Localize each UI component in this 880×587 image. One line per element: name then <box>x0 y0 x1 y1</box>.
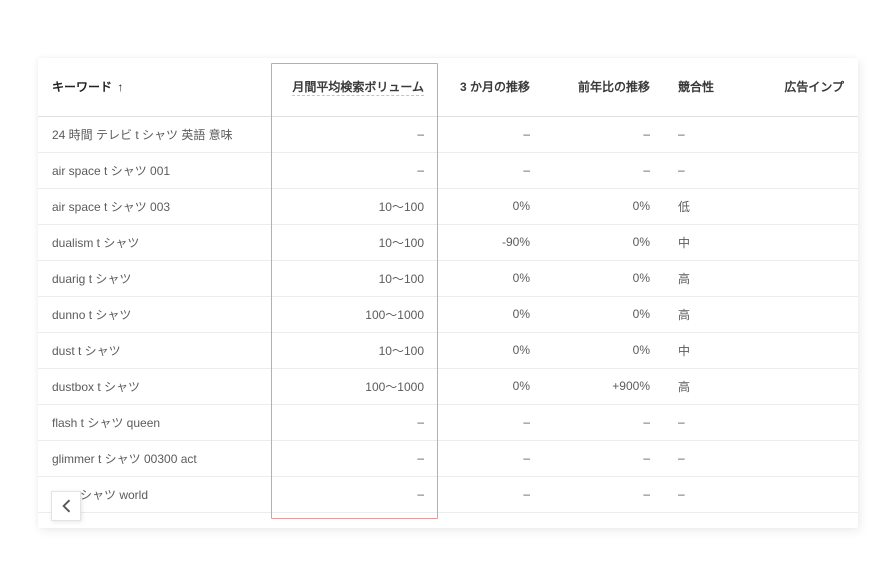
cell-three-month: 0% <box>438 307 544 321</box>
cell-yoy: 0% <box>544 199 664 213</box>
cell-three-month: 0% <box>438 343 544 357</box>
header-yoy-label: 前年比の推移 <box>578 80 650 94</box>
cell-keyword: flash t シャツ queen <box>38 414 278 431</box>
header-three-month-label: 3 か月の推移 <box>460 80 530 94</box>
scroll-left-button[interactable] <box>51 491 81 521</box>
header-competition[interactable]: 競合性 <box>664 58 758 116</box>
cell-volume: 10～100 <box>278 198 438 215</box>
cell-yoy: – <box>544 127 664 141</box>
header-row: キーワード ↑ 月間平均検索ボリューム 3 か月の推移 前年比の推移 競合性 <box>38 58 858 116</box>
cell-yoy: 0% <box>544 235 664 249</box>
cell-volume: 10～100 <box>278 342 438 359</box>
cell-volume: – <box>278 487 438 501</box>
chevron-left-icon <box>61 499 71 513</box>
header-ad-impression[interactable]: 広告インプ <box>758 58 858 116</box>
cell-competition: 高 <box>664 378 758 395</box>
table-row[interactable]: air space t シャツ 00310～1000%0%低 <box>38 188 858 224</box>
table-row[interactable]: ssy t シャツ world–––– <box>38 476 858 512</box>
cell-volume: 100～1000 <box>278 306 438 323</box>
cell-yoy: – <box>544 451 664 465</box>
cell-three-month: – <box>438 163 544 177</box>
cell-competition: – <box>664 127 758 141</box>
cell-volume: – <box>278 127 438 141</box>
cell-keyword: air space t シャツ 001 <box>38 162 278 179</box>
cell-competition: – <box>664 451 758 465</box>
keyword-table-card: キーワード ↑ 月間平均検索ボリューム 3 か月の推移 前年比の推移 競合性 <box>38 58 858 528</box>
table-row[interactable]: flash t シャツ queen–––– <box>38 404 858 440</box>
header-keyword[interactable]: キーワード ↑ <box>38 58 278 116</box>
table-row[interactable]: dualism t シャツ10～100-90%0%中 <box>38 224 858 260</box>
cell-competition: 低 <box>664 198 758 215</box>
cell-keyword: dunno t シャツ <box>38 306 278 323</box>
table-row[interactable]: air space t シャツ 001–––– <box>38 152 858 188</box>
cell-volume: – <box>278 163 438 177</box>
table-row[interactable]: dust t シャツ10～1000%0%中 <box>38 332 858 368</box>
cell-volume: 10～100 <box>278 270 438 287</box>
cell-volume: 100～1000 <box>278 378 438 395</box>
cell-volume: – <box>278 451 438 465</box>
header-keyword-label: キーワード <box>52 80 112 94</box>
cell-keyword: 24 時間 テレビ t シャツ 英語 意味 <box>38 126 278 143</box>
cell-competition: 高 <box>664 306 758 323</box>
cell-yoy: – <box>544 415 664 429</box>
cell-competition: – <box>664 163 758 177</box>
cell-keyword: dust t シャツ <box>38 342 278 359</box>
table-row[interactable]: dunno t シャツ100～10000%0%高 <box>38 296 858 332</box>
cell-yoy: – <box>544 487 664 501</box>
cell-volume: – <box>278 415 438 429</box>
sort-ascending-icon: ↑ <box>117 80 123 94</box>
cell-three-month: -90% <box>438 235 544 249</box>
cell-competition: – <box>664 487 758 501</box>
cell-yoy: +900% <box>544 379 664 393</box>
header-three-month[interactable]: 3 か月の推移 <box>438 58 544 116</box>
cell-three-month: 0% <box>438 271 544 285</box>
cell-volume: 10～100 <box>278 234 438 251</box>
keyword-table: キーワード ↑ 月間平均検索ボリューム 3 か月の推移 前年比の推移 競合性 <box>38 58 858 513</box>
table-row[interactable]: 24 時間 テレビ t シャツ 英語 意味–––– <box>38 116 858 152</box>
cell-yoy: 0% <box>544 307 664 321</box>
header-competition-label: 競合性 <box>678 80 714 94</box>
cell-yoy: – <box>544 163 664 177</box>
cell-competition: 高 <box>664 270 758 287</box>
header-volume-label: 月間平均検索ボリューム <box>292 80 424 96</box>
cell-yoy: 0% <box>544 343 664 357</box>
cell-competition: – <box>664 415 758 429</box>
cell-keyword: glimmer t シャツ 00300 act <box>38 450 278 467</box>
cell-keyword: dustbox t シャツ <box>38 378 278 395</box>
header-ad-impression-label: 広告インプ <box>784 80 844 94</box>
table-row[interactable]: duarig t シャツ10～1000%0%高 <box>38 260 858 296</box>
cell-three-month: – <box>438 487 544 501</box>
cell-three-month: – <box>438 127 544 141</box>
cell-three-month: – <box>438 415 544 429</box>
header-volume[interactable]: 月間平均検索ボリューム <box>278 58 438 116</box>
cell-three-month: – <box>438 451 544 465</box>
cell-three-month: 0% <box>438 199 544 213</box>
cell-yoy: 0% <box>544 271 664 285</box>
cell-competition: 中 <box>664 342 758 359</box>
cell-keyword: duarig t シャツ <box>38 270 278 287</box>
table-row[interactable]: dustbox t シャツ100～10000%+900%高 <box>38 368 858 404</box>
cell-three-month: 0% <box>438 379 544 393</box>
cell-keyword: air space t シャツ 003 <box>38 198 278 215</box>
cell-keyword: dualism t シャツ <box>38 234 278 251</box>
cell-competition: 中 <box>664 234 758 251</box>
header-yoy[interactable]: 前年比の推移 <box>544 58 664 116</box>
table-row[interactable]: glimmer t シャツ 00300 act–––– <box>38 440 858 476</box>
